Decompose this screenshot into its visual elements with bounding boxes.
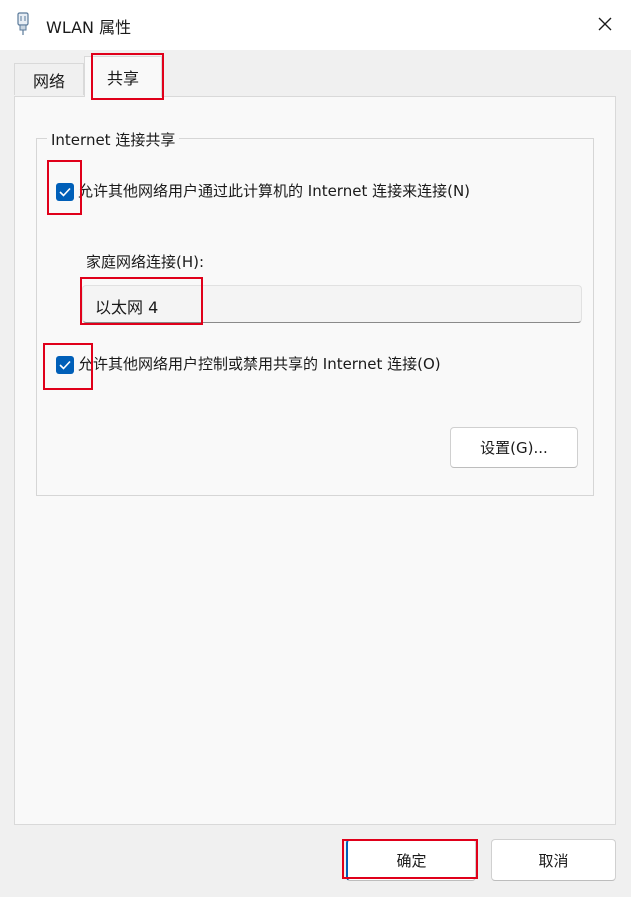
window-title: WLAN 属性: [46, 18, 132, 37]
tab-sharing[interactable]: 共享: [84, 56, 162, 97]
close-icon: [598, 17, 612, 31]
home-network-value: 以太网 4: [95, 298, 159, 317]
home-network-label: 家庭网络连接(H):: [86, 253, 205, 271]
home-network-select[interactable]: 以太网 4: [82, 285, 582, 323]
tab-sharing-label: 共享: [106, 69, 139, 88]
cancel-button[interactable]: 取消: [491, 839, 616, 881]
close-button[interactable]: [586, 8, 624, 40]
settings-button[interactable]: 设置(G)...: [450, 427, 578, 468]
tab-network-label: 网络: [32, 71, 65, 91]
checkmark-icon: [59, 187, 71, 197]
wlan-properties-dialog: WLAN 属性 网络 共享 Internet 连接共享 允许其他网络用户通过此计…: [0, 0, 631, 897]
checkmark-icon: [59, 360, 71, 370]
tab-network[interactable]: 网络: [14, 63, 84, 95]
allow-sharing-checkbox[interactable]: [56, 183, 74, 201]
network-adapter-icon: [15, 12, 31, 36]
title-bar: WLAN 属性: [0, 0, 631, 50]
allow-sharing-label[interactable]: 允许其他网络用户通过此计算机的 Internet 连接来连接(N): [78, 180, 470, 201]
allow-control-label[interactable]: 允许其他网络用户控制或禁用共享的 Internet 连接(O): [78, 353, 441, 374]
ics-group-title: Internet 连接共享: [47, 129, 180, 150]
allow-control-checkbox[interactable]: [56, 356, 74, 374]
ok-button[interactable]: 确定: [346, 839, 476, 881]
